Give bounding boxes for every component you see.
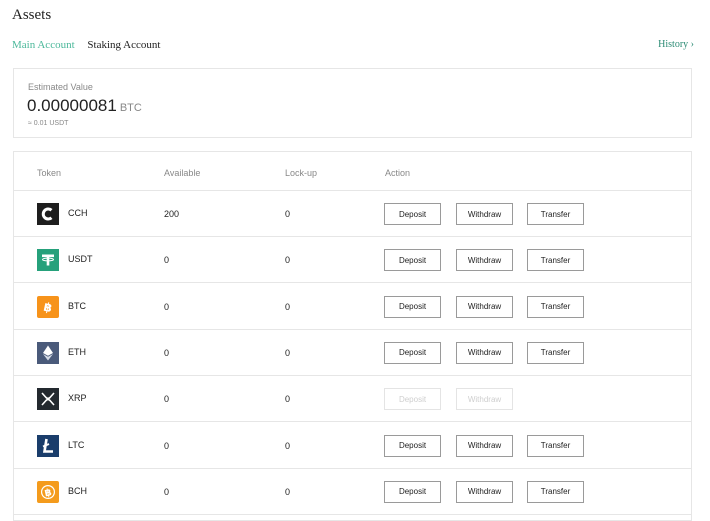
table-row: XRP 0 0 Deposit Withdraw [14, 375, 691, 423]
deposit-button[interactable]: Deposit [384, 480, 441, 503]
deposit-button[interactable]: Deposit [384, 295, 441, 318]
transfer-button[interactable]: Transfer [527, 434, 584, 457]
available-amount: 0 [164, 255, 170, 266]
estimated-value-unit: BTC [119, 102, 142, 114]
tab-staking-account[interactable]: Staking Account [87, 39, 160, 51]
available-amount: 0 [164, 301, 170, 312]
token-symbol: BTC [68, 300, 86, 311]
estimated-value-label: Estimated Value [28, 82, 93, 92]
lockup-amount: 0 [285, 440, 291, 451]
ethereum-icon [37, 341, 59, 364]
bitcoin-cash-icon: ฿ [37, 480, 59, 503]
column-header-token: Token [37, 168, 62, 178]
table-row: CCH 200 0 Deposit Withdraw Transfer [14, 190, 691, 237]
column-header-lockup: Lock-up [285, 168, 318, 178]
lockup-amount: 0 [285, 301, 291, 312]
tab-main-account[interactable]: Main Account [12, 39, 75, 51]
bitcoin-icon: ฿ [37, 295, 59, 318]
token-symbol: BCH [68, 485, 88, 496]
transfer-button[interactable]: Transfer [527, 249, 584, 272]
estimated-value-amount: 0.00000081 [27, 96, 117, 115]
estimated-value-usdt: ≈ 0.01 USDT [28, 120, 69, 127]
column-header-available: Available [164, 168, 201, 178]
account-tabs: Main Account Staking Account [12, 39, 170, 51]
deposit-button[interactable]: Deposit [384, 203, 441, 225]
table-row: ETH 0 0 Deposit Withdraw Transfer [14, 329, 691, 376]
deposit-button[interactable]: Deposit [384, 434, 441, 457]
token-symbol: USDT [68, 254, 93, 265]
withdraw-button: Withdraw [456, 388, 513, 411]
litecoin-icon [37, 434, 59, 457]
lockup-amount: 0 [285, 255, 291, 266]
withdraw-button[interactable]: Withdraw [456, 295, 513, 318]
available-amount: 0 [164, 347, 170, 358]
transfer-button[interactable]: Transfer [527, 295, 584, 318]
lockup-amount: 0 [285, 486, 291, 497]
column-header-action: Action [385, 168, 411, 178]
token-symbol: CCH [68, 208, 88, 218]
token-symbol: LTC [68, 439, 85, 450]
available-amount: 0 [164, 394, 170, 405]
available-amount: 0 [164, 486, 170, 497]
transfer-button[interactable]: Transfer [527, 203, 584, 225]
history-link[interactable]: History › [658, 39, 694, 50]
table-row: ฿ BTC 0 0 Deposit Withdraw Transfer [14, 283, 691, 330]
lockup-amount: 0 [285, 347, 291, 358]
transfer-button[interactable]: Transfer [527, 480, 584, 503]
table-row: ฿ BCH 0 0 Deposit Withdraw Transfer [14, 468, 691, 515]
token-symbol: XRP [68, 393, 87, 404]
table-header: Token Available Lock-up Action [14, 152, 691, 191]
available-amount: 0 [164, 440, 170, 451]
withdraw-button[interactable]: Withdraw [456, 249, 513, 272]
withdraw-button[interactable]: Withdraw [456, 434, 513, 457]
cch-icon [37, 203, 59, 225]
transfer-button[interactable]: Transfer [527, 341, 584, 364]
assets-table: Token Available Lock-up Action CCH 200 0 De… [13, 151, 692, 521]
available-amount: 200 [164, 209, 180, 219]
table-row: LTC 0 0 Deposit Withdraw Transfer [14, 422, 691, 469]
withdraw-button[interactable]: Withdraw [456, 203, 513, 225]
estimated-value: 0.00000081 BTC [27, 96, 142, 116]
page-title: Assets [12, 7, 52, 23]
lockup-amount: 0 [285, 209, 291, 219]
withdraw-button[interactable]: Withdraw [456, 341, 513, 364]
deposit-button[interactable]: Deposit [384, 249, 441, 272]
table-row: USDT 0 0 Deposit Withdraw Transfer [14, 236, 691, 284]
token-symbol: ETH [68, 346, 86, 357]
lockup-amount: 0 [285, 394, 291, 405]
xrp-icon [37, 388, 59, 411]
deposit-button[interactable]: Deposit [384, 341, 441, 364]
estimated-value-card: Estimated Value 0.00000081 BTC ≈ 0.01 USD… [13, 68, 692, 138]
deposit-button: Deposit [384, 388, 441, 411]
withdraw-button[interactable]: Withdraw [456, 480, 513, 503]
tether-icon [37, 249, 59, 272]
